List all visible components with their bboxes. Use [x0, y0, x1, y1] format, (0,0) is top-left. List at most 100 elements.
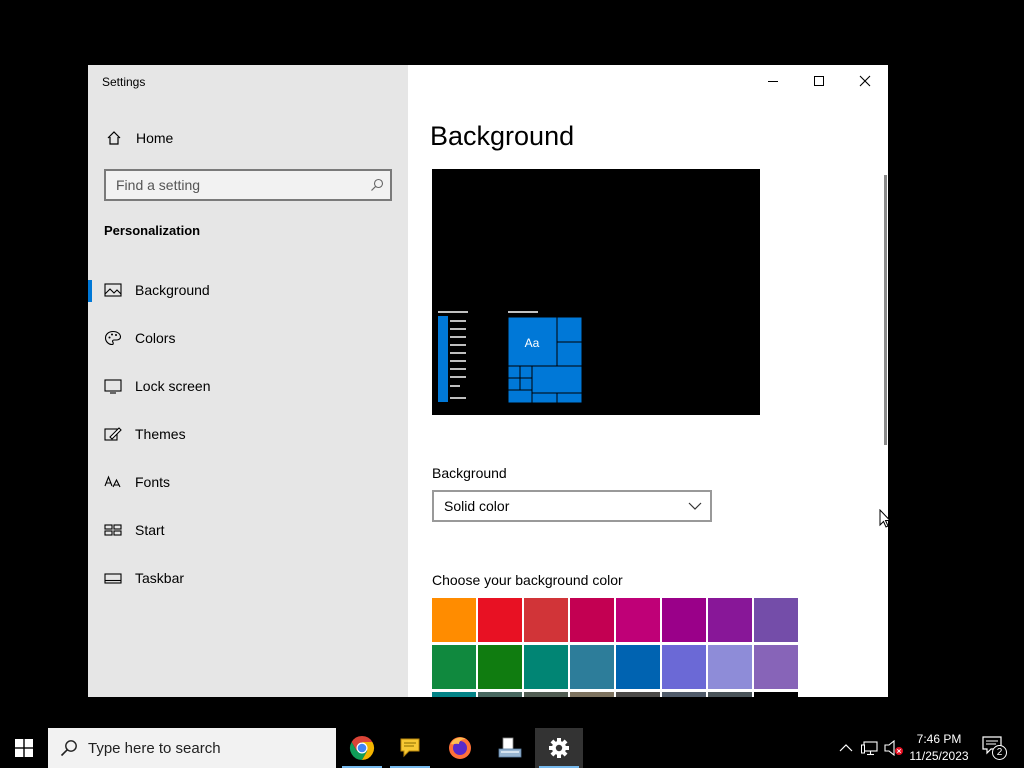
chat-icon [400, 738, 420, 758]
background-preview: Aa [432, 169, 760, 415]
windows-logo-icon [15, 739, 33, 757]
color-swatch[interactable] [662, 692, 706, 697]
start-icon [104, 524, 122, 536]
lock-screen-icon [104, 379, 122, 394]
sidebar-item-themes[interactable]: Themes [88, 414, 408, 454]
taskbar-app-chrome[interactable] [338, 728, 386, 768]
home-label: Home [136, 130, 174, 146]
firefox-icon [449, 737, 471, 759]
notification-count-badge: 2 [992, 745, 1007, 760]
sidebar-item-lock-screen[interactable]: Lock screen [88, 366, 408, 406]
chrome-icon [349, 736, 375, 760]
color-swatch[interactable] [524, 598, 568, 642]
sidebar: Settings Home Personalization [88, 65, 408, 697]
taskbar-search-box[interactable] [48, 728, 336, 768]
sidebar-item-taskbar[interactable]: Taskbar [88, 558, 408, 598]
taskbar-app-settings[interactable] [535, 728, 583, 768]
close-button[interactable] [842, 65, 888, 97]
network-button[interactable] [860, 738, 880, 758]
background-type-dropdown[interactable]: Solid color [432, 490, 712, 522]
sidebar-item-label: Background [135, 282, 210, 298]
color-swatch[interactable] [708, 645, 752, 689]
sidebar-item-label: Taskbar [135, 570, 185, 586]
taskbar: 7:46 PM 11/25/2023 2 [0, 728, 1024, 768]
background-label: Background [432, 465, 507, 481]
home-nav-item[interactable]: Home [88, 125, 408, 151]
color-swatch[interactable] [524, 645, 568, 689]
color-swatch-grid [432, 598, 802, 697]
volume-button[interactable] [884, 738, 904, 758]
desktop: Settings Home Personalization [0, 0, 1024, 728]
page-title: Background [430, 121, 575, 151]
home-icon [107, 131, 121, 145]
fonts-icon [104, 475, 121, 488]
find-setting-input[interactable] [116, 176, 356, 194]
choose-color-label: Choose your background color [432, 572, 623, 588]
settings-gear-icon [549, 738, 569, 758]
taskbar-app-chat[interactable] [386, 728, 434, 768]
themes-icon [104, 427, 122, 441]
sidebar-item-start[interactable]: Start [88, 510, 408, 550]
palette-icon [104, 330, 122, 346]
minimize-button[interactable] [750, 65, 796, 97]
color-swatch[interactable] [432, 598, 476, 642]
search-icon [60, 740, 77, 757]
taskbar-clock[interactable]: 7:46 PM 11/25/2023 [902, 731, 976, 765]
taskbar-search-input[interactable] [88, 739, 328, 757]
color-swatch[interactable] [708, 598, 752, 642]
find-setting-box[interactable] [104, 169, 392, 201]
vertical-scrollbar[interactable] [884, 175, 887, 445]
close-icon [859, 75, 871, 87]
color-swatch[interactable] [616, 645, 660, 689]
window-title: Settings [102, 75, 146, 89]
color-swatch[interactable] [754, 598, 798, 642]
color-swatch[interactable] [754, 645, 798, 689]
show-hidden-icons-button[interactable] [836, 738, 856, 758]
color-swatch[interactable] [478, 692, 522, 697]
maximize-icon [814, 76, 824, 86]
start-button[interactable] [0, 728, 48, 768]
section-title: Personalization [104, 223, 201, 238]
color-swatch[interactable] [662, 598, 706, 642]
preview-graphic: Aa [438, 311, 583, 404]
color-swatch[interactable] [616, 692, 660, 697]
picture-icon [104, 283, 122, 297]
mouse-cursor-icon [879, 509, 891, 528]
settings-window: Settings Home Personalization [88, 65, 888, 697]
taskbar-app-files[interactable] [486, 728, 534, 768]
files-icon [498, 737, 522, 758]
selection-indicator [88, 280, 92, 302]
sidebar-item-colors[interactable]: Colors [88, 318, 408, 358]
dropdown-value: Solid color [444, 498, 510, 514]
color-swatch[interactable] [708, 692, 752, 697]
sidebar-item-background[interactable]: Background [88, 270, 408, 310]
color-swatch[interactable] [570, 598, 614, 642]
color-swatch[interactable] [754, 692, 798, 697]
color-swatch[interactable] [524, 692, 568, 697]
color-swatch[interactable] [478, 598, 522, 642]
network-icon [861, 741, 878, 756]
clock-date: 11/25/2023 [909, 749, 969, 763]
clock-time: 7:46 PM [916, 732, 962, 746]
color-swatch[interactable] [432, 692, 476, 697]
color-swatch[interactable] [570, 645, 614, 689]
taskbar-app-firefox[interactable] [436, 728, 484, 768]
action-center-button[interactable]: 2 [978, 734, 1010, 762]
sidebar-item-label: Themes [135, 426, 186, 442]
color-swatch[interactable] [616, 598, 660, 642]
color-swatch[interactable] [432, 645, 476, 689]
color-swatch[interactable] [478, 645, 522, 689]
taskbar-icon [104, 573, 122, 584]
sidebar-item-fonts[interactable]: Fonts [88, 462, 408, 502]
chevron-down-icon [688, 502, 702, 510]
color-swatch[interactable] [662, 645, 706, 689]
preview-sample-text: Aa [525, 336, 540, 350]
maximize-button[interactable] [796, 65, 842, 97]
volume-muted-icon [884, 740, 903, 756]
chevron-up-icon [839, 744, 853, 752]
minimize-icon [768, 81, 778, 82]
sidebar-item-label: Fonts [135, 474, 171, 490]
color-swatch[interactable] [570, 692, 614, 697]
search-icon [371, 178, 384, 191]
content-pane: Background Aa Background Solid color Cho… [408, 65, 888, 697]
